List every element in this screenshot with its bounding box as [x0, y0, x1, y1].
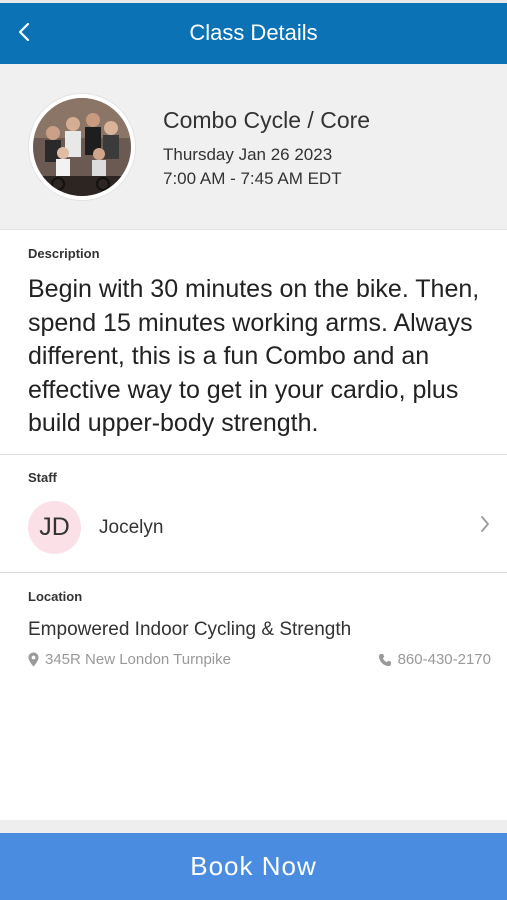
app-header: Class Details	[0, 3, 507, 64]
chevron-right-icon	[481, 516, 489, 532]
description-label: Description	[28, 246, 100, 261]
book-now-button[interactable]: Book Now	[0, 833, 507, 900]
location-name: Empowered Indoor Cycling & Strength	[28, 619, 352, 640]
class-date: Thursday Jan 26 2023	[163, 145, 333, 164]
footer-separator	[0, 820, 507, 833]
staff-name: Jocelyn	[99, 517, 164, 538]
staff-label: Staff	[28, 470, 57, 485]
staff-avatar: JD	[28, 501, 81, 554]
staff-row[interactable]: JD Jocelyn	[0, 495, 507, 559]
class-photo	[29, 94, 135, 200]
description-text: Begin with 30 minutes on the bike. Then,…	[28, 275, 480, 437]
page-title: Class Details	[189, 20, 318, 45]
location-label: Location	[28, 589, 83, 604]
phone-icon	[378, 653, 391, 666]
location-phone[interactable]: 860-430-2170	[378, 651, 491, 668]
class-summary: Combo Cycle / Core Thursday Jan 26 2023 …	[0, 64, 507, 230]
divider	[0, 454, 507, 455]
address-text: 345R New London Turnpike	[45, 651, 231, 668]
map-pin-icon	[28, 652, 39, 667]
class-time: 7:00 AM - 7:45 AM EDT	[163, 169, 342, 188]
divider	[0, 572, 507, 573]
class-name: Combo Cycle / Core	[163, 107, 371, 133]
phone-text: 860-430-2170	[397, 651, 491, 668]
location-address[interactable]: 345R New London Turnpike	[28, 651, 231, 668]
